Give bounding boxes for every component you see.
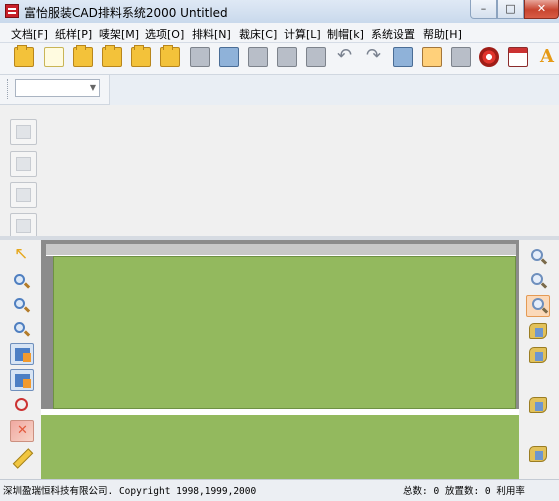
open-folder-icon[interactable] [14,45,34,67]
maximize-button[interactable]: □ [497,0,524,19]
main-toolbar: A [0,43,559,75]
menu-bar: 文档[F] 纸样[P] 唛架[M] 选项[O] 排料[N] 裁床[C] 计算[L… [0,23,559,43]
zoom-window-icon[interactable] [526,295,550,317]
style-combo-bar: ▼ [0,75,110,105]
piece-shape-icon[interactable] [526,443,550,465]
undo-icon[interactable] [335,45,355,67]
font-icon[interactable]: A [537,47,557,67]
right-toolbar [519,240,559,479]
piece-slot[interactable] [10,151,37,177]
status-bar: 深圳盈瑞恒科技有限公司. Copyright 1998,1999,2000 总数… [0,479,559,501]
piece-shape-icon[interactable] [526,320,550,342]
piece-list-panel [0,105,559,239]
open-folder-icon[interactable] [102,45,122,67]
marker-canvas[interactable] [41,240,519,479]
select-arrow-icon[interactable] [10,244,34,268]
redo-icon[interactable] [364,45,384,67]
zoom-icon[interactable] [10,271,34,293]
menu-system-settings[interactable]: 系统设置 [371,26,415,42]
wrench-icon[interactable] [451,47,471,67]
clear-icon[interactable] [10,420,34,442]
disc-icon[interactable] [479,47,499,67]
print-icon[interactable] [248,47,268,67]
left-toolbar [0,240,41,479]
style-select[interactable]: ▼ [15,79,100,97]
tool-icon[interactable] [422,47,442,67]
tag-icon[interactable] [190,47,210,67]
menu-pattern[interactable]: 纸样[P] [55,26,92,42]
menu-marker[interactable]: 唛架[M] [99,26,139,42]
piece-strip [7,111,41,239]
company-copyright: 深圳盈瑞恒科技有限公司. Copyright 1998,1999,2000 [3,486,257,497]
placed-label: 放置数: [444,486,480,497]
close-button[interactable]: ✕ [524,0,559,19]
open-folder-icon[interactable] [73,45,93,67]
zoom-out-icon[interactable] [526,271,550,293]
title-bar: 富怡服装CAD排料系统2000 Untitled – □ ✕ [0,0,559,24]
zoom-in-icon[interactable] [10,295,34,317]
minimize-button[interactable]: – [470,0,497,19]
usage-label: 利用率 [496,486,525,497]
chevron-down-icon[interactable]: ▼ [90,83,96,92]
menu-hat[interactable]: 制帽[k] [327,26,364,42]
open-folder-icon[interactable] [160,45,180,67]
window-title: 富怡服装CAD排料系统2000 Untitled [24,6,228,20]
piece-shape-icon[interactable] [526,394,550,416]
print-preview-icon[interactable] [306,47,326,67]
piece-move-icon[interactable] [10,343,34,365]
total-label: 总数: [403,486,428,497]
zoom-icon[interactable] [526,247,550,269]
total-value: 0 [433,486,440,497]
pattern-icon[interactable] [393,47,413,67]
toolbar-grip[interactable] [7,79,11,99]
piece-slot[interactable] [10,182,37,208]
plotter-icon[interactable] [277,47,297,67]
menu-help[interactable]: 帮助[H] [423,26,462,42]
piece-slot[interactable] [10,119,37,145]
menu-calculate[interactable]: 计算[L] [284,26,321,42]
ruler-icon[interactable] [10,446,34,468]
piece-shape-icon[interactable] [526,418,550,440]
calendar-icon[interactable] [508,47,528,67]
zoom-fit-icon[interactable] [10,319,34,341]
target-icon[interactable] [10,395,34,417]
status-counters: 总数: 0 放置数: 0 利用率 [403,483,525,497]
menu-cutting[interactable]: 裁床[C] [239,26,277,42]
app-icon[interactable] [5,4,19,18]
piece-rotate-icon[interactable] [10,369,34,391]
open-folder-icon[interactable] [131,45,151,67]
new-document-icon[interactable] [44,47,64,67]
marker-area-secondary[interactable] [41,415,519,479]
placed-value: 0 [484,486,491,497]
menu-options[interactable]: 选项[O] [145,26,184,42]
marker-area[interactable] [53,256,516,409]
menu-file[interactable]: 文档[F] [11,26,48,42]
canvas-ruler [46,244,516,256]
piece-shape-icon[interactable] [526,344,550,366]
menu-nesting[interactable]: 排料[N] [192,26,231,42]
save-icon[interactable] [219,47,239,67]
piece-shape-icon[interactable] [526,369,550,391]
